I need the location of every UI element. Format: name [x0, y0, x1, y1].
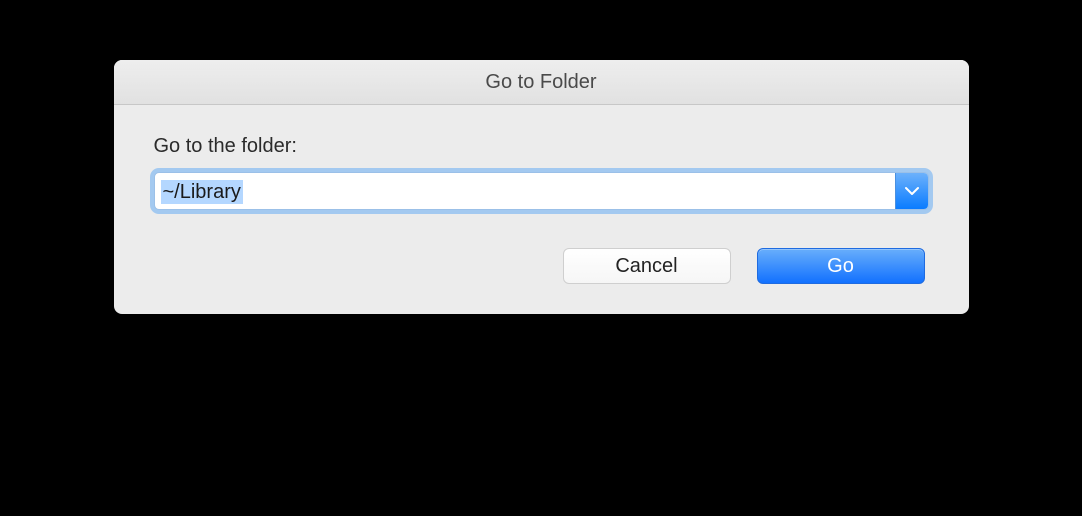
chevron-down-icon — [905, 186, 919, 196]
folder-path-selected-text: ~/Library — [161, 180, 243, 204]
folder-path-combobox[interactable]: ~/Library — [154, 172, 929, 210]
button-row: Cancel Go — [154, 248, 929, 284]
go-to-folder-dialog: Go to Folder Go to the folder: ~/Library… — [114, 60, 969, 314]
cancel-button-label: Cancel — [615, 255, 677, 278]
dialog-title: Go to Folder — [485, 71, 596, 94]
dialog-titlebar: Go to Folder — [114, 60, 969, 105]
go-button[interactable]: Go — [757, 248, 925, 284]
folder-path-input[interactable]: ~/Library — [155, 173, 895, 209]
prompt-label: Go to the folder: — [154, 135, 929, 158]
cancel-button[interactable]: Cancel — [563, 248, 731, 284]
folder-path-dropdown-button[interactable] — [895, 173, 928, 209]
dialog-content: Go to the folder: ~/Library Cancel Go — [114, 105, 969, 314]
go-button-label: Go — [827, 255, 854, 278]
